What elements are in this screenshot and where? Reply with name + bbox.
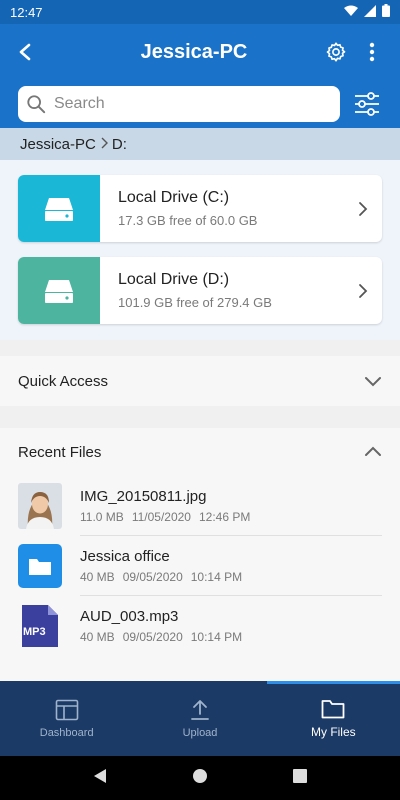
nav-label: Upload [182,726,218,739]
chevron-up-icon [365,446,381,456]
folder-thumbnail [18,543,62,589]
section-title: Recent Files [18,443,102,461]
battery-icon [382,4,390,20]
section-title: Quick Access [18,372,109,390]
search-icon [27,95,46,114]
page-title: Jessica-PC [140,40,248,63]
gear-icon [326,42,346,62]
drive-free-space: 17.3 GB free of 60.0 GB [118,213,258,228]
system-recents-button[interactable] [293,768,308,788]
file-time: 10:14 PM [190,569,243,584]
file-date: 11/05/2020 [131,509,191,524]
recent-files-list: IMG_20150811.jpg 11.0 MB 11/05/2020 12:4… [0,476,400,681]
nav-upload[interactable]: Upload [133,681,266,756]
status-bar: 12:47 [0,0,400,24]
more-options-button[interactable] [358,38,386,66]
quick-access-header[interactable]: Quick Access [0,356,400,406]
drive-icon-box [18,257,100,324]
search-input[interactable] [53,95,332,113]
chevron-right-icon [100,137,108,152]
drive-icon-box [18,175,100,242]
nav-my-files[interactable]: My Files [267,681,400,756]
chevron-right-icon [344,175,382,242]
recent-files-header[interactable]: Recent Files [0,428,400,476]
nav-dashboard[interactable]: Dashboard [0,681,133,756]
list-item[interactable]: Jessica office 40 MB 09/05/2020 10:14 PM [0,536,400,596]
drive-card-d[interactable]: Local Drive (D:) 101.9 GB free of 279.4 … [18,257,382,324]
circle-home-icon [192,768,207,783]
drives-panel: Local Drive (C:) 17.3 GB free of 60.0 GB… [0,160,400,340]
breadcrumb: Jessica-PC D: [0,128,400,160]
system-back-button[interactable] [93,768,107,789]
app-bar: Jessica-PC [0,24,400,80]
breadcrumb-item-root[interactable]: Jessica-PC [20,136,96,153]
mp3-file-icon: MP3 [18,603,62,649]
back-button[interactable] [0,24,50,80]
nav-label: Dashboard [39,726,94,739]
chevron-right-icon [344,257,382,324]
signal-icon [364,4,376,20]
file-date: 09/05/2020 [122,569,183,584]
settings-button[interactable] [322,38,350,66]
wifi-icon [344,5,358,20]
drive-name: Local Drive (D:) [118,271,230,288]
hard-drive-icon [45,279,73,303]
breadcrumb-item-current: D: [111,135,127,153]
file-name: AUD_003.mp3 [80,608,179,625]
upload-icon [191,699,209,720]
square-recents-icon [293,768,308,783]
active-tab-indicator [267,681,400,684]
file-type-badge: MP3 [23,626,46,638]
status-time: 12:47 [10,4,43,20]
hard-drive-icon [45,197,73,221]
drive-name: Local Drive (C:) [118,189,230,206]
filter-sliders-icon [355,92,379,116]
system-navigation-bar [0,756,400,800]
system-home-button[interactable] [192,768,208,789]
back-arrow-icon [19,43,31,61]
search-row [0,80,400,128]
file-size: 11.0 MB [80,509,124,524]
file-name: IMG_20150811.jpg [80,487,207,505]
filter-button[interactable] [352,89,382,119]
file-time: 10:14 PM [190,630,243,644]
dashboard-icon [55,699,78,720]
file-size: 40 MB [80,630,115,644]
triangle-back-icon [93,768,106,783]
file-name: Jessica office [80,547,170,565]
bottom-navigation: Dashboard Upload My Files [0,681,400,756]
list-item[interactable]: MP3 AUD_003.mp3 40 MB 09/05/2020 10:14 P… [0,596,400,656]
folder-icon [321,699,345,718]
drive-free-space: 101.9 GB free of 279.4 GB [118,295,272,310]
nav-label: My Files [310,724,356,739]
more-vertical-icon [369,42,375,62]
list-item[interactable]: IMG_20150811.jpg 11.0 MB 11/05/2020 12:4… [0,476,400,536]
file-time: 12:46 PM [198,509,251,524]
file-size: 40 MB [80,569,115,584]
folder-icon [18,544,62,588]
chevron-down-icon [365,377,381,387]
file-date: 09/05/2020 [122,630,183,644]
drive-card-c[interactable]: Local Drive (C:) 17.3 GB free of 60.0 GB [18,175,382,242]
photo-thumbnail [18,483,62,529]
search-box[interactable] [18,86,340,122]
